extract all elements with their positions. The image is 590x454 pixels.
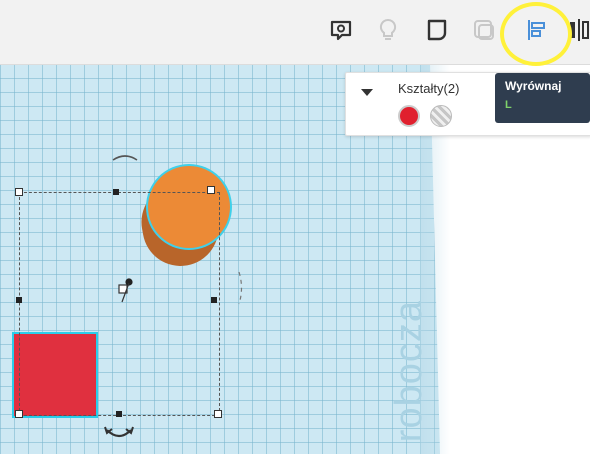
editor-stage: robocza Kształty(2) Wyrównaj L [0, 0, 590, 454]
resize-handle-right[interactable] [211, 297, 217, 303]
shape-icon [427, 19, 447, 41]
rotate-arrow-side-icon[interactable] [236, 268, 246, 308]
solid-color-swatch[interactable] [398, 105, 420, 127]
resize-handle-bottom-left[interactable] [15, 410, 23, 418]
hole-icon [474, 20, 494, 40]
resize-handle-top-left[interactable] [15, 188, 23, 196]
rotate-arrow-bottom-icon[interactable] [102, 424, 136, 446]
notes-button[interactable] [327, 16, 355, 44]
align-tooltip: Wyrównaj L [495, 73, 590, 123]
resize-handle-bottom[interactable] [116, 411, 122, 417]
collapse-caret-icon[interactable] [360, 87, 374, 97]
notes-icon [330, 20, 352, 41]
resize-handle-top-right[interactable] [207, 186, 215, 194]
height-handle-icon[interactable] [116, 274, 138, 304]
bulb-button[interactable] [374, 16, 402, 44]
workplane-label: robocza [388, 300, 430, 443]
top-toolbar [0, 0, 590, 66]
lightbulb-icon [379, 18, 397, 40]
resize-handle-left[interactable] [16, 297, 22, 303]
resize-handle-top[interactable] [113, 189, 119, 195]
tooltip-title: Wyrównaj [505, 79, 562, 93]
rotate-arrow-top-icon[interactable] [110, 150, 140, 164]
selection-box [19, 192, 220, 416]
tooltip-shortcut: L [505, 99, 512, 111]
shapes-panel-title: Kształty(2) [398, 81, 460, 96]
hole-button[interactable] [470, 16, 498, 44]
resize-handle-bottom-right[interactable] [214, 410, 222, 418]
highlight-circle [500, 2, 572, 66]
hole-swatch[interactable] [430, 105, 452, 127]
solid-button[interactable] [423, 16, 451, 44]
